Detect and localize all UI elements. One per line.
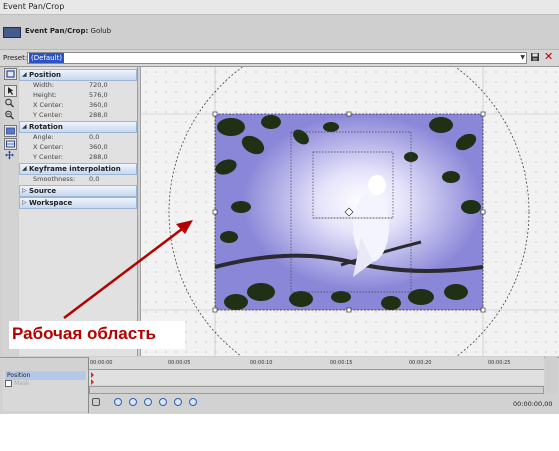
prop-row-width[interactable]: Width: 720,0 (19, 80, 137, 90)
prop-name: Y Center: (33, 153, 63, 161)
snap-tool-button[interactable] (4, 138, 17, 150)
prop-name: X Center: (33, 143, 64, 151)
properties-panel: ◢ Position Width: 720,0 Height: 576,0 X … (19, 67, 138, 356)
zoom-out-icon (5, 110, 14, 120)
prop-value[interactable]: 360,0 (89, 101, 108, 109)
timeline-vertical-scrollbar[interactable] (545, 357, 557, 394)
pointer-icon (8, 87, 14, 95)
preset-label: Preset: (3, 54, 28, 62)
time-ruler[interactable] (89, 357, 544, 370)
ruler-tick-label: 00:00:10 (250, 360, 273, 366)
preset-value: (Default) (29, 53, 65, 63)
chevron-down-icon[interactable]: ▼ (520, 54, 525, 61)
delete-keyframe-icon[interactable] (159, 398, 167, 406)
tool-strip (2, 68, 18, 356)
section-title: Position (29, 71, 62, 79)
track-mask[interactable]: Mask (5, 379, 86, 388)
event-name: Golub (90, 27, 112, 35)
close-icon: ✕ (544, 50, 554, 63)
prop-value[interactable]: 360,0 (89, 143, 108, 151)
prop-row-y-center[interactable]: Y Center: 288,0 (19, 110, 137, 120)
event-icon (3, 27, 21, 38)
prop-value[interactable]: 0,0 (89, 175, 99, 183)
prop-row-rot-x-center[interactable]: X Center: 360,0 (19, 142, 137, 152)
collapse-triangle-icon[interactable]: ◢ (22, 165, 27, 172)
normal-edit-tool-button[interactable] (4, 68, 17, 80)
ruler-tick-label: 00:00:15 (330, 360, 353, 366)
event-title: Event Pan/Crop: Golub (25, 27, 111, 35)
sync-cursor-icon[interactable] (92, 398, 100, 406)
ruler-tick-label: 00:00:25 (488, 360, 511, 366)
pointer-tool-button[interactable] (4, 85, 17, 97)
preset-dropdown[interactable]: (Default) ▼ (27, 52, 527, 64)
prop-row-rot-y-center[interactable]: Y Center: 288,0 (19, 152, 137, 162)
ruler-tick-label: 00:00:00 (90, 360, 113, 366)
section-title: Keyframe interpolation (29, 165, 121, 173)
prop-row-x-center[interactable]: X Center: 360,0 (19, 100, 137, 110)
prop-row-smoothness[interactable]: Smoothness: 0,0 (19, 174, 137, 184)
expand-triangle-icon[interactable]: ▷ (22, 199, 27, 206)
first-keyframe-icon[interactable] (114, 398, 122, 406)
annotation-text: Рабочая область (12, 324, 156, 343)
mask-checkbox[interactable] (5, 380, 12, 387)
add-keyframe-icon[interactable] (144, 398, 152, 406)
prev-keyframe-icon[interactable] (129, 398, 137, 406)
track-mask-label: Mask (14, 380, 30, 387)
section-title: Rotation (29, 123, 63, 131)
work-area-canvas[interactable] (140, 67, 559, 356)
section-workspace[interactable]: ▷ Workspace (19, 197, 137, 209)
work-area-drawing (141, 67, 559, 356)
collapse-triangle-icon[interactable]: ◢ (22, 71, 27, 78)
save-preset-button[interactable] (530, 52, 540, 62)
prop-value[interactable]: 0,0 (89, 133, 99, 141)
zoom-tool-button[interactable] (4, 98, 15, 108)
prop-value[interactable]: 720,0 (89, 81, 108, 89)
event-label: Event Pan/Crop: (25, 27, 89, 35)
prop-row-angle[interactable]: Angle: 0,0 (19, 132, 137, 142)
prop-row-height[interactable]: Height: 576,0 (19, 90, 137, 100)
last-keyframe-icon[interactable] (189, 398, 197, 406)
collapse-triangle-icon[interactable]: ◢ (22, 123, 27, 130)
zoom-icon (5, 98, 14, 108)
move-icon (5, 150, 14, 160)
prop-name: Y Center: (33, 111, 63, 119)
keyframe-track[interactable] (89, 370, 544, 385)
timecode-display: 00:00:00,00 (513, 400, 553, 408)
prop-name: Width: (33, 81, 55, 89)
zoom-out-tool-button[interactable] (4, 110, 15, 120)
title-bar: Event Pan/Crop (0, 0, 559, 15)
expand-triangle-icon[interactable]: ▷ (22, 187, 27, 194)
section-source[interactable]: ▷ Source (19, 185, 137, 197)
move-tool-button[interactable] (4, 150, 15, 160)
ruler-tick-label: 00:00:05 (168, 360, 191, 366)
rotate-icon (6, 127, 15, 135)
window-title: Event Pan/Crop (3, 2, 65, 11)
timeline-scrollbar[interactable] (89, 386, 544, 394)
normal-edit-icon (6, 70, 15, 78)
prop-name: Height: (33, 91, 57, 99)
annotation-label-box: Рабочая область (9, 321, 185, 349)
prop-name: Smoothness: (33, 175, 76, 183)
section-title: Source (29, 187, 57, 195)
prop-value[interactable]: 288,0 (89, 153, 108, 161)
delete-preset-button[interactable]: ✕ (544, 50, 554, 63)
keyframe-markers (91, 372, 94, 385)
section-title: Workspace (29, 199, 73, 207)
pan-crop-window: Event Pan/Crop Event Pan/Crop: Golub Pre… (0, 0, 559, 414)
snap-icon (6, 140, 15, 148)
ruler-tick-label: 00:00:20 (409, 360, 432, 366)
prop-name: X Center: (33, 101, 64, 109)
next-keyframe-icon[interactable] (174, 398, 182, 406)
save-icon (531, 53, 539, 61)
prop-value[interactable]: 576,0 (89, 91, 108, 99)
prop-name: Angle: (33, 133, 54, 141)
prop-value[interactable]: 288,0 (89, 111, 108, 119)
rotate-tool-button[interactable] (4, 125, 17, 137)
